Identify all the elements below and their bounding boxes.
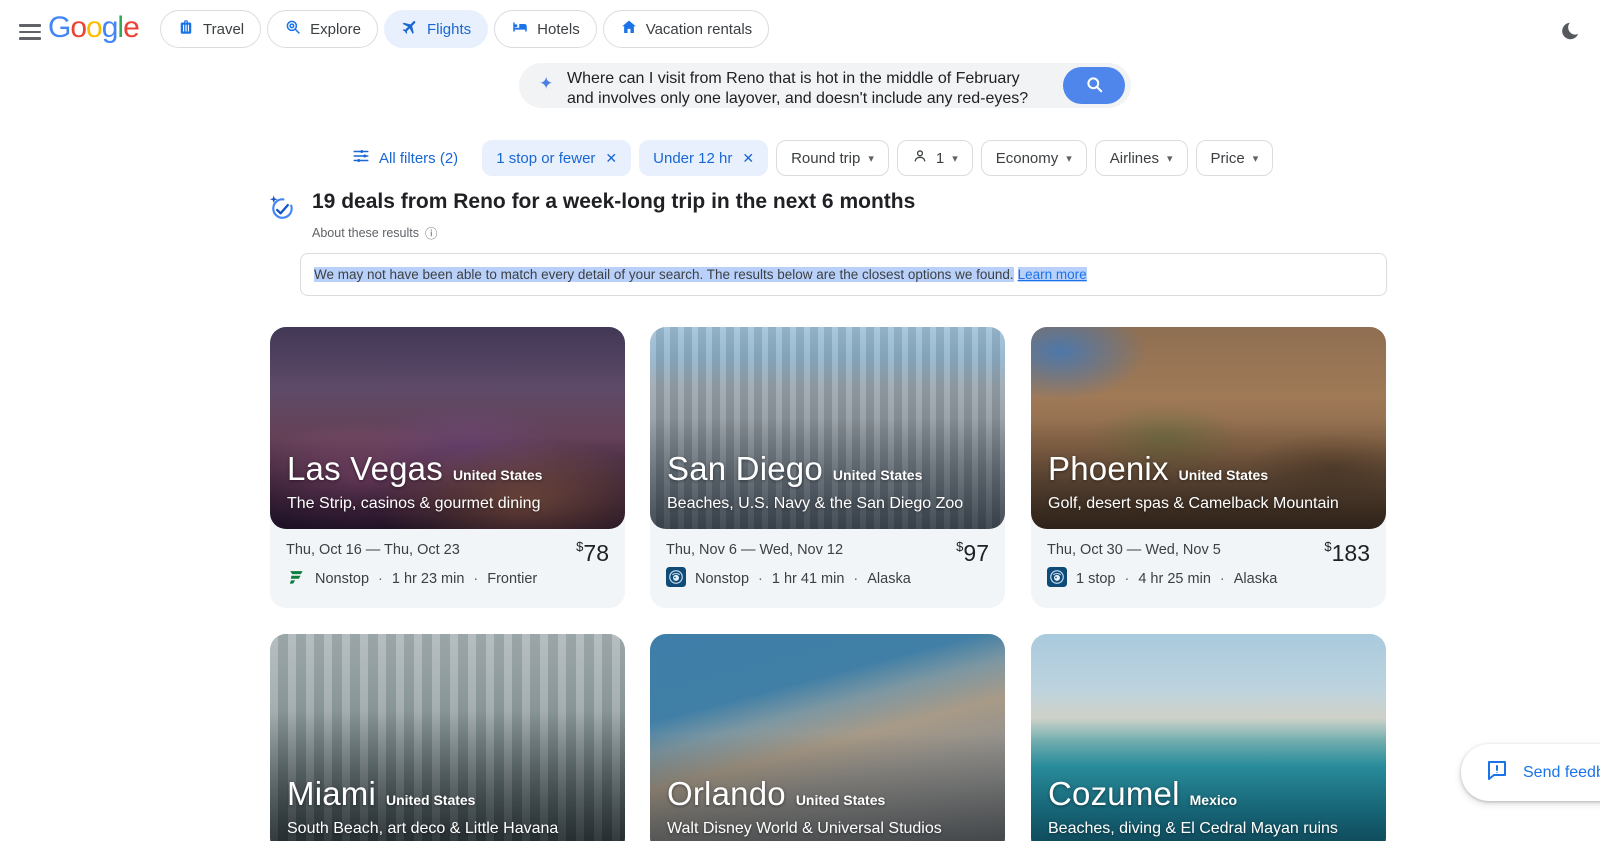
passengers-dropdown[interactable]: 1 ▾ <box>896 140 973 176</box>
gemini-sparkle-icon: ✦ <box>539 74 554 93</box>
airlines-dropdown[interactable]: Airlines ▾ <box>1094 140 1188 176</box>
trip-dates: Thu, Oct 16 — Thu, Oct 23 <box>286 542 460 558</box>
price-dropdown[interactable]: Price ▾ <box>1195 140 1274 176</box>
destination-photo: Orlando United States Walt Disney World &… <box>650 634 1005 841</box>
info-icon[interactable]: ⓘ <box>425 223 438 242</box>
flight-summary: 1 stop · 4 hr 25 min · Alaska <box>1047 567 1370 591</box>
destination-card-cozumel[interactable]: Cozumel Mexico Beaches, diving & El Cedra… <box>1031 634 1386 841</box>
price: $183 <box>1324 539 1370 566</box>
chevron-down-icon: ▾ <box>1252 152 1259 165</box>
destination-card-las-vegas[interactable]: Las Vegas United States The Strip, casino… <box>270 327 625 608</box>
tune-icon <box>352 147 370 169</box>
tab-vacation-rentals[interactable]: Vacation rentals <box>602 10 770 48</box>
trip-type-dropdown[interactable]: Round trip ▾ <box>776 140 889 176</box>
country-name: United States <box>386 792 476 808</box>
about-these-results[interactable]: About these results ⓘ <box>312 223 915 242</box>
search-button[interactable] <box>1063 67 1125 104</box>
city-tagline: South Beach, art deco & Little Havana <box>287 820 559 837</box>
city-tagline: Beaches, U.S. Navy & the San Diego Zoo <box>667 495 964 512</box>
feedback-icon <box>1485 758 1509 787</box>
destination-photo: Miami United States South Beach, art deco… <box>270 634 625 841</box>
top-bar: Google Travel Explore Flights Hotels Vac… <box>0 0 1600 63</box>
destination-card-orlando[interactable]: Orlando United States Walt Disney World &… <box>650 634 1005 841</box>
close-icon[interactable]: ✕ <box>605 150 617 167</box>
send-feedback-button[interactable]: Send feedback <box>1461 744 1600 801</box>
city-name: Orlando <box>667 775 786 812</box>
ai-check-icon <box>266 193 297 229</box>
price: $78 <box>576 539 609 566</box>
alaska-logo-icon <box>1047 567 1067 591</box>
search-icon <box>1085 75 1104 97</box>
luggage-icon <box>177 18 195 40</box>
chevron-down-icon: ▾ <box>1066 152 1072 165</box>
search-query-text: Where can I visit from Reno that is hot … <box>567 70 1029 107</box>
learn-more-link[interactable]: Learn more <box>1017 267 1087 282</box>
flights-icon <box>401 18 419 40</box>
trip-dates: Thu, Oct 30 — Wed, Nov 5 <box>1047 542 1221 558</box>
hamburger-menu-icon[interactable] <box>12 16 48 48</box>
destination-photo: San Diego United States Beaches, U.S. Nav… <box>650 327 1005 529</box>
close-icon[interactable]: ✕ <box>742 150 754 167</box>
tab-explore[interactable]: Explore <box>267 10 378 48</box>
city-tagline: Walt Disney World & Universal Studios <box>667 820 942 837</box>
explore-icon <box>284 18 302 40</box>
city-tagline: Golf, desert spas & Camelback Mountain <box>1048 495 1339 512</box>
chevron-down-icon: ▾ <box>868 152 874 165</box>
page-title: 19 deals from Reno for a week-long trip … <box>312 190 916 213</box>
all-filters-button[interactable]: All filters (2) <box>352 147 458 169</box>
product-tabs: Travel Explore Flights Hotels Vacation r… <box>160 10 770 48</box>
country-name: Mexico <box>1189 792 1238 808</box>
filter-bar: All filters (2) 1 stop or fewer ✕ Under … <box>352 140 1274 176</box>
price: $97 <box>956 539 989 566</box>
ai-search-box[interactable]: ✦ Where can I visit from Reno that is ho… <box>519 63 1131 108</box>
destination-photo: Phoenix United States Golf, desert spas &… <box>1031 327 1386 529</box>
google-logo: Google <box>48 11 140 44</box>
country-name: United States <box>452 467 543 483</box>
person-icon <box>912 148 928 168</box>
destination-card-phoenix[interactable]: Phoenix United States Golf, desert spas &… <box>1031 327 1386 608</box>
flight-summary: Nonstop · 1 hr 41 min · Alaska <box>666 567 989 591</box>
tab-flights[interactable]: Flights <box>383 10 489 48</box>
google-flights-page: Google Travel Explore Flights Hotels Vac… <box>0 0 1600 841</box>
destination-photo: Las Vegas United States The Strip, casino… <box>270 327 625 529</box>
city-name: Cozumel <box>1048 775 1180 812</box>
destination-card-san-diego[interactable]: San Diego United States Beaches, U.S. Nav… <box>650 327 1005 608</box>
chevron-down-icon: ▾ <box>952 152 958 165</box>
frontier-logo-icon <box>286 567 306 591</box>
city-name: San Diego <box>667 450 823 487</box>
filter-chip-stops[interactable]: 1 stop or fewer ✕ <box>482 140 632 176</box>
country-name: United States <box>832 467 923 483</box>
cabin-class-dropdown[interactable]: Economy ▾ <box>980 140 1087 176</box>
house-icon <box>620 18 638 40</box>
tab-hotels[interactable]: Hotels <box>494 10 597 48</box>
country-name: United States <box>1178 467 1269 483</box>
dark-mode-toggle[interactable] <box>1550 12 1590 52</box>
filter-chip-duration[interactable]: Under 12 hr ✕ <box>639 140 769 176</box>
tab-travel[interactable]: Travel <box>160 10 262 48</box>
notice-text: We may not have been able to match every… <box>314 267 1014 282</box>
country-name: United States <box>795 792 886 808</box>
flight-summary: Nonstop · 1 hr 23 min · Frontier <box>286 567 609 591</box>
city-name: Phoenix <box>1048 450 1169 487</box>
moon-icon <box>1559 22 1581 45</box>
city-name: Miami <box>287 775 376 812</box>
destination-photo: Cozumel Mexico Beaches, diving & El Cedra… <box>1031 634 1386 841</box>
bed-icon <box>511 18 529 40</box>
search-match-notice: We may not have been able to match every… <box>300 253 1387 296</box>
city-tagline: The Strip, casinos & gourmet dining <box>287 495 541 512</box>
city-tagline: Beaches, diving & El Cedral Mayan ruins <box>1048 820 1338 837</box>
chevron-down-icon: ▾ <box>1166 152 1173 165</box>
results-header: 19 deals from Reno for a week-long trip … <box>266 190 915 242</box>
city-name: Las Vegas <box>287 450 443 487</box>
alaska-logo-icon <box>666 567 686 591</box>
trip-dates: Thu, Nov 6 — Wed, Nov 12 <box>666 542 844 558</box>
destination-card-miami[interactable]: Miami United States South Beach, art deco… <box>270 634 625 841</box>
